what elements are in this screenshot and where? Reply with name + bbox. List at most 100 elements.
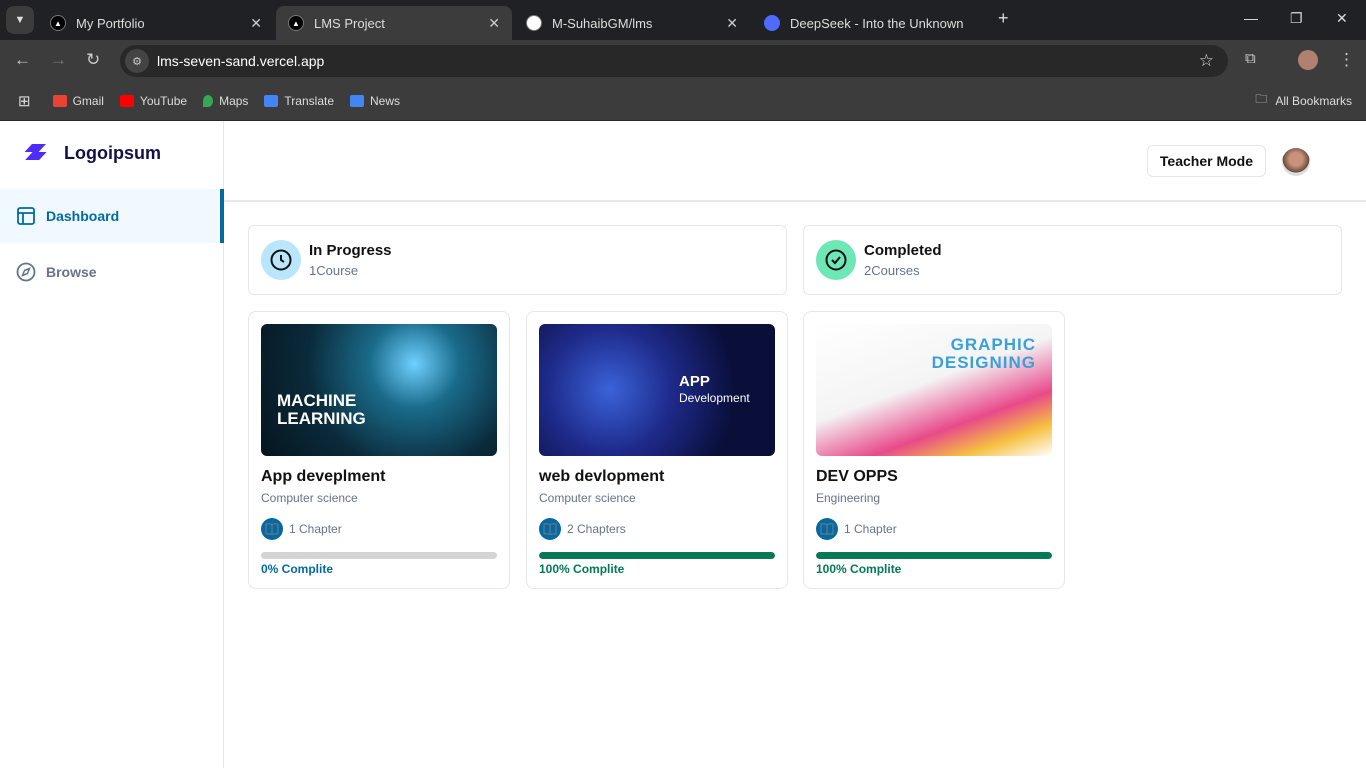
course-card[interactable]: APP Development web devlopment Computer s… bbox=[526, 311, 788, 589]
news-icon bbox=[350, 94, 364, 107]
tab-my-portfolio[interactable]: ▲ My Portfolio ✕ bbox=[38, 6, 274, 40]
translate-icon bbox=[264, 94, 279, 107]
tab-title: M-SuhaibGM/lms bbox=[552, 15, 653, 31]
course-category: Computer science bbox=[539, 491, 636, 505]
book-open-icon bbox=[539, 518, 561, 540]
image-text: Development bbox=[679, 391, 750, 405]
bookmark-news[interactable]: News bbox=[350, 94, 400, 108]
close-window-button[interactable]: ✕ bbox=[1336, 10, 1348, 27]
logo[interactable]: Logoipsum bbox=[24, 143, 161, 164]
profile-avatar[interactable] bbox=[1298, 50, 1318, 70]
progress-fill bbox=[816, 552, 1052, 559]
bookmarks-bar: ⊞ Gmail YouTube Maps Translate News 🗀 All… bbox=[0, 81, 1366, 121]
course-title[interactable]: App deveplment bbox=[261, 468, 497, 486]
logo-icon bbox=[24, 143, 47, 160]
bookmark-gmail[interactable]: Gmail bbox=[52, 93, 104, 108]
stat-in-progress: In Progress 1Course bbox=[248, 225, 787, 295]
sidebar-item-label: Browse bbox=[46, 264, 97, 280]
course-title[interactable]: web devlopment bbox=[539, 468, 775, 486]
book-open-icon bbox=[816, 518, 838, 540]
compass-icon bbox=[16, 262, 36, 282]
bookmark-translate[interactable]: Translate bbox=[264, 94, 334, 108]
url-text[interactable]: lms-seven-sand.vercel.app bbox=[157, 53, 324, 69]
new-tab-button[interactable]: + bbox=[998, 8, 1009, 29]
progress-label: 100% Complite bbox=[816, 562, 902, 576]
bookmark-label: YouTube bbox=[139, 93, 188, 108]
tab-title: My Portfolio bbox=[76, 15, 145, 31]
vercel-icon: ▲ bbox=[50, 15, 66, 31]
close-icon[interactable]: ✕ bbox=[488, 15, 500, 32]
browser-tabbar: ▼ ▲ My Portfolio ✕ ▲ LMS Project ✕ M-SuhaibG… bbox=[0, 0, 1366, 40]
course-image: GRAPHIC DESIGNING bbox=[816, 324, 1052, 456]
lms-app: Logoipsum Dashboard Browse Teacher Mode … bbox=[0, 121, 1366, 768]
minimize-button[interactable]: — bbox=[1244, 10, 1258, 26]
tab-search-button[interactable]: ▼ bbox=[6, 6, 34, 34]
browser-toolbar: ← → ↻ ⚙ lms-seven-sand.vercel.app ☆ ⧉ ⋮ bbox=[0, 40, 1366, 81]
tab-deepseek[interactable]: DeepSeek - Into the Unknown bbox=[752, 6, 988, 40]
bookmark-label: Maps bbox=[219, 93, 249, 108]
close-icon[interactable]: ✕ bbox=[726, 15, 738, 32]
sidebar-item-label: Dashboard bbox=[46, 208, 120, 224]
bookmark-maps[interactable]: Maps bbox=[203, 94, 248, 108]
tab-lms-project[interactable]: ▲ LMS Project ✕ bbox=[276, 6, 512, 40]
extensions-icon[interactable]: ⧉ bbox=[1245, 50, 1256, 67]
layout-icon bbox=[17, 207, 35, 225]
reload-icon[interactable]: ↻ bbox=[86, 50, 100, 70]
stat-completed: Completed 2Courses bbox=[803, 225, 1342, 295]
image-text: DESIGNING bbox=[931, 353, 1036, 372]
course-image: APP Development bbox=[539, 324, 775, 456]
course-image: MACHINE LEARNING bbox=[261, 324, 497, 456]
stat-title: In Progress bbox=[309, 242, 392, 259]
course-card[interactable]: MACHINE LEARNING App deveplment Computer … bbox=[248, 311, 510, 589]
teacher-mode-button[interactable]: Teacher Mode bbox=[1146, 145, 1266, 177]
user-avatar[interactable] bbox=[1282, 148, 1310, 176]
gmail-icon bbox=[52, 94, 67, 107]
logo-text: Logoipsum bbox=[64, 143, 161, 163]
progress-fill bbox=[539, 552, 775, 559]
sidebar-item-browse[interactable]: Browse bbox=[0, 245, 224, 299]
bookmark-label: Translate bbox=[284, 93, 334, 108]
chapter-count: 1 Chapter bbox=[844, 522, 897, 536]
bookmark-star-icon[interactable]: ☆ bbox=[1199, 51, 1214, 71]
top-header: Teacher Mode bbox=[224, 121, 1366, 202]
github-icon bbox=[526, 15, 542, 31]
sidebar-item-dashboard[interactable]: Dashboard bbox=[0, 189, 224, 243]
sidebar: Logoipsum Dashboard Browse bbox=[0, 121, 224, 768]
deepseek-icon bbox=[764, 15, 780, 31]
apps-icon[interactable]: ⊞ bbox=[18, 92, 31, 110]
course-card[interactable]: GRAPHIC DESIGNING DEV OPPS Engineering 1 … bbox=[803, 311, 1065, 589]
tab-title: DeepSeek - Into the Unknown bbox=[790, 15, 964, 31]
bookmark-label: Gmail bbox=[72, 93, 104, 108]
restore-button[interactable]: ❐ bbox=[1290, 10, 1303, 27]
folder-icon: 🗀 bbox=[1255, 92, 1268, 106]
progress-bar bbox=[261, 552, 497, 559]
close-icon[interactable]: ✕ bbox=[250, 15, 262, 32]
stat-count: 1Course bbox=[309, 263, 359, 278]
check-circle-icon bbox=[816, 240, 856, 280]
image-text: GRAPHIC bbox=[950, 335, 1036, 354]
all-bookmarks-button[interactable]: 🗀 All Bookmarks bbox=[1255, 90, 1352, 111]
back-icon[interactable]: ← bbox=[14, 50, 31, 70]
progress-label: 0% Complite bbox=[261, 562, 334, 576]
forward-icon[interactable]: → bbox=[50, 50, 67, 70]
bookmark-label: News bbox=[370, 93, 401, 108]
course-category: Computer science bbox=[261, 491, 358, 505]
site-settings-icon[interactable]: ⚙ bbox=[125, 49, 149, 73]
tab-github[interactable]: M-SuhaibGM/lms ✕ bbox=[514, 6, 750, 40]
progress-bar bbox=[539, 552, 775, 559]
book-open-icon bbox=[261, 518, 283, 540]
course-category: Engineering bbox=[816, 491, 881, 505]
image-text: LEARNING bbox=[277, 409, 366, 428]
youtube-icon bbox=[119, 94, 134, 107]
chapter-count: 2 Chapters bbox=[567, 522, 626, 536]
bookmark-youtube[interactable]: YouTube bbox=[119, 93, 188, 108]
tab-title: LMS Project bbox=[314, 15, 385, 31]
menu-icon[interactable]: ⋮ bbox=[1338, 50, 1355, 70]
course-title[interactable]: DEV OPPS bbox=[816, 468, 1052, 486]
address-bar[interactable]: ⚙ lms-seven-sand.vercel.app ☆ bbox=[120, 45, 1228, 77]
vercel-icon: ▲ bbox=[288, 15, 304, 31]
chapter-count: 1 Chapter bbox=[289, 522, 342, 536]
stat-count: 2Courses bbox=[864, 263, 920, 278]
maps-icon bbox=[203, 94, 214, 107]
all-bookmarks-label: All Bookmarks bbox=[1275, 93, 1352, 108]
